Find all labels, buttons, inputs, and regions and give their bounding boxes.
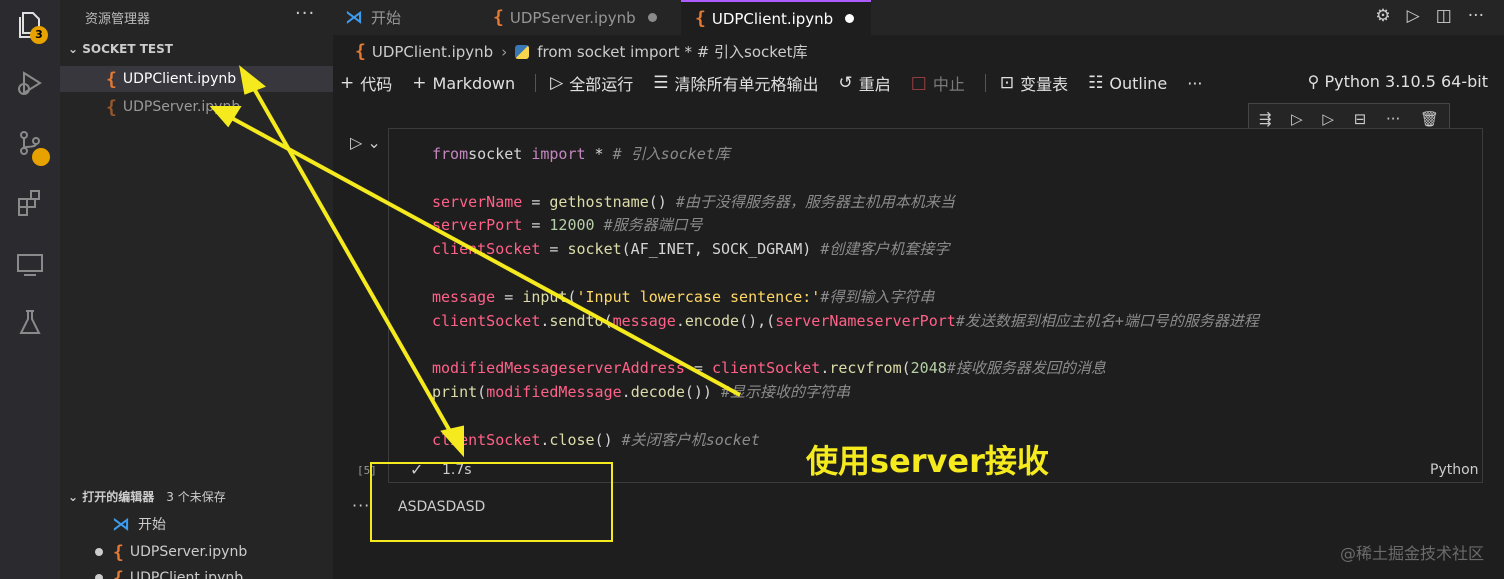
annotation-text: 使用server接收: [806, 442, 1049, 480]
annotation-arrow-line: [227, 114, 741, 397]
annotation-arrow-head: [440, 425, 464, 458]
annotation-box: [370, 462, 613, 542]
watermark: @稀土掘金技术社区: [1339, 544, 1484, 563]
annotation-arrow-line: [246, 77, 457, 441]
annotation-arrow-head: [239, 65, 266, 95]
annotation-arrows: [209, 65, 741, 458]
